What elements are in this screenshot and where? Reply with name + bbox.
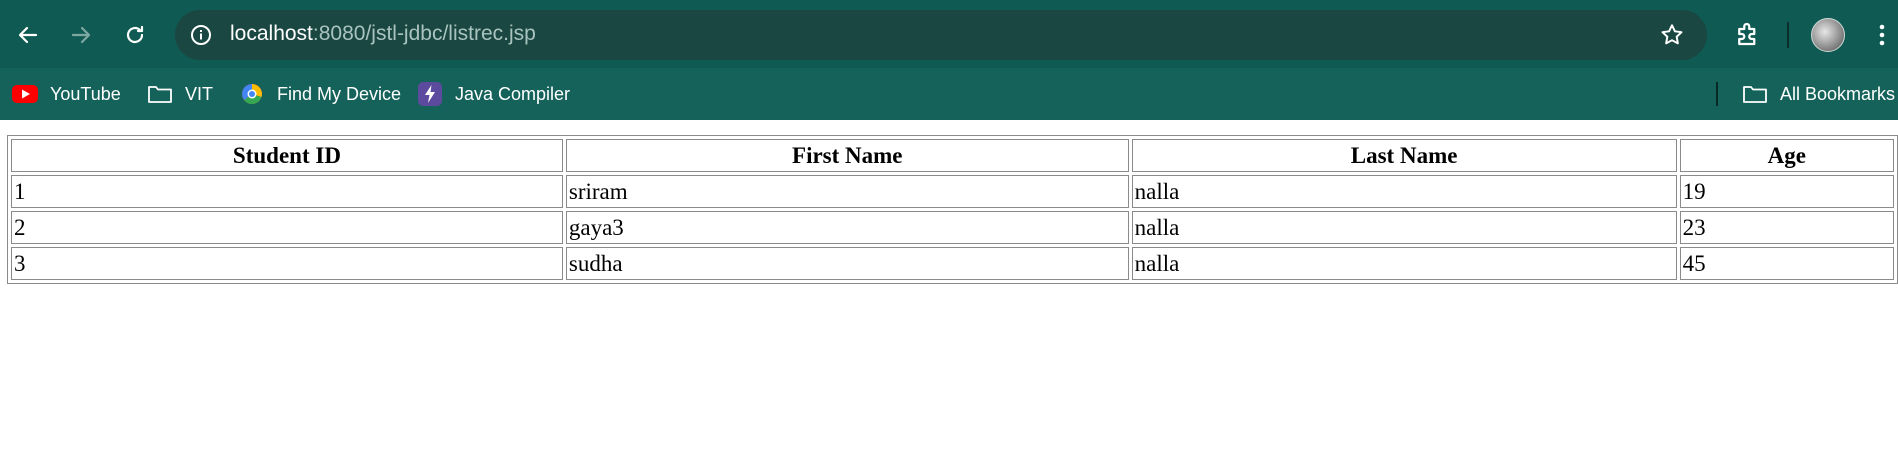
reload-icon <box>126 25 144 44</box>
bookmark-label: YouTube <box>50 83 121 104</box>
bookmark-label: Find My Device <box>277 83 402 104</box>
address-bar[interactable]: localhost:8080/jstl-jdbc/listrec.jsp <box>175 10 1707 60</box>
extensions-icon[interactable] <box>1733 19 1763 49</box>
back-button[interactable] <box>10 17 46 53</box>
header-age: Age <box>1679 139 1894 172</box>
site-info-icon[interactable] <box>189 23 213 47</box>
browser-toolbar: localhost:8080/jstl-jdbc/listrec.jsp <box>0 0 1898 68</box>
cell-first-name: sriram <box>565 175 1129 208</box>
all-bookmarks[interactable]: All Bookmarks <box>1742 78 1895 110</box>
bookmark-label: VIT <box>185 83 214 104</box>
header-student-id: Student ID <box>11 139 563 172</box>
menu-icon[interactable] <box>1872 20 1892 50</box>
header-first-name: First Name <box>565 139 1129 172</box>
bookmark-star-icon[interactable] <box>1659 22 1685 48</box>
reload-button[interactable] <box>117 17 153 53</box>
all-bookmarks-label: All Bookmarks <box>1780 83 1896 104</box>
cell-first-name: sudha <box>565 247 1129 280</box>
toolbar-divider <box>1787 22 1789 48</box>
bookmarks-divider <box>1716 82 1718 106</box>
table-row: 1 sriram nalla 19 <box>11 175 1894 208</box>
table-row: 3 sudha nalla 45 <box>11 247 1894 280</box>
cell-student-id: 2 <box>11 211 563 244</box>
cell-student-id: 3 <box>11 247 563 280</box>
table-row: 2 gaya3 nalla 23 <box>11 211 1894 244</box>
bookmark-label: Java Compiler <box>455 83 571 104</box>
cell-last-name: nalla <box>1131 211 1677 244</box>
cell-age: 45 <box>1679 247 1894 280</box>
bookmark-find-my-device[interactable]: Find My Device <box>239 78 401 110</box>
bookmark-java-compiler[interactable]: Java Compiler <box>417 78 570 110</box>
bookmark-vit[interactable]: VIT <box>147 78 213 110</box>
forward-button[interactable] <box>63 17 99 53</box>
cell-first-name: gaya3 <box>565 211 1129 244</box>
bookmark-youtube[interactable]: YouTube <box>12 78 121 110</box>
youtube-icon <box>12 83 38 105</box>
table-header-row: Student ID First Name Last Name Age <box>11 139 1894 172</box>
folder-icon <box>1742 83 1768 105</box>
url-text[interactable]: localhost:8080/jstl-jdbc/listrec.jsp <box>230 22 536 46</box>
bookmarks-bar: YouTube VIT Find My Device Java Compiler… <box>0 68 1898 120</box>
cell-last-name: nalla <box>1131 247 1677 280</box>
url-path: :8080/jstl-jdbc/listrec.jsp <box>312 22 536 45</box>
cell-age: 23 <box>1679 211 1894 244</box>
header-last-name: Last Name <box>1131 139 1677 172</box>
folder-icon <box>147 83 173 105</box>
profile-avatar[interactable] <box>1811 18 1845 52</box>
page-content: Student ID First Name Last Name Age 1 sr… <box>0 120 1898 463</box>
url-host: localhost <box>230 22 313 45</box>
cell-student-id: 1 <box>11 175 563 208</box>
find-my-device-icon <box>239 83 265 105</box>
forward-arrow-icon <box>71 26 91 44</box>
cell-last-name: nalla <box>1131 175 1677 208</box>
cell-age: 19 <box>1679 175 1894 208</box>
bolt-icon <box>417 82 443 106</box>
back-arrow-icon <box>18 26 38 44</box>
student-table: Student ID First Name Last Name Age 1 sr… <box>7 135 1898 284</box>
